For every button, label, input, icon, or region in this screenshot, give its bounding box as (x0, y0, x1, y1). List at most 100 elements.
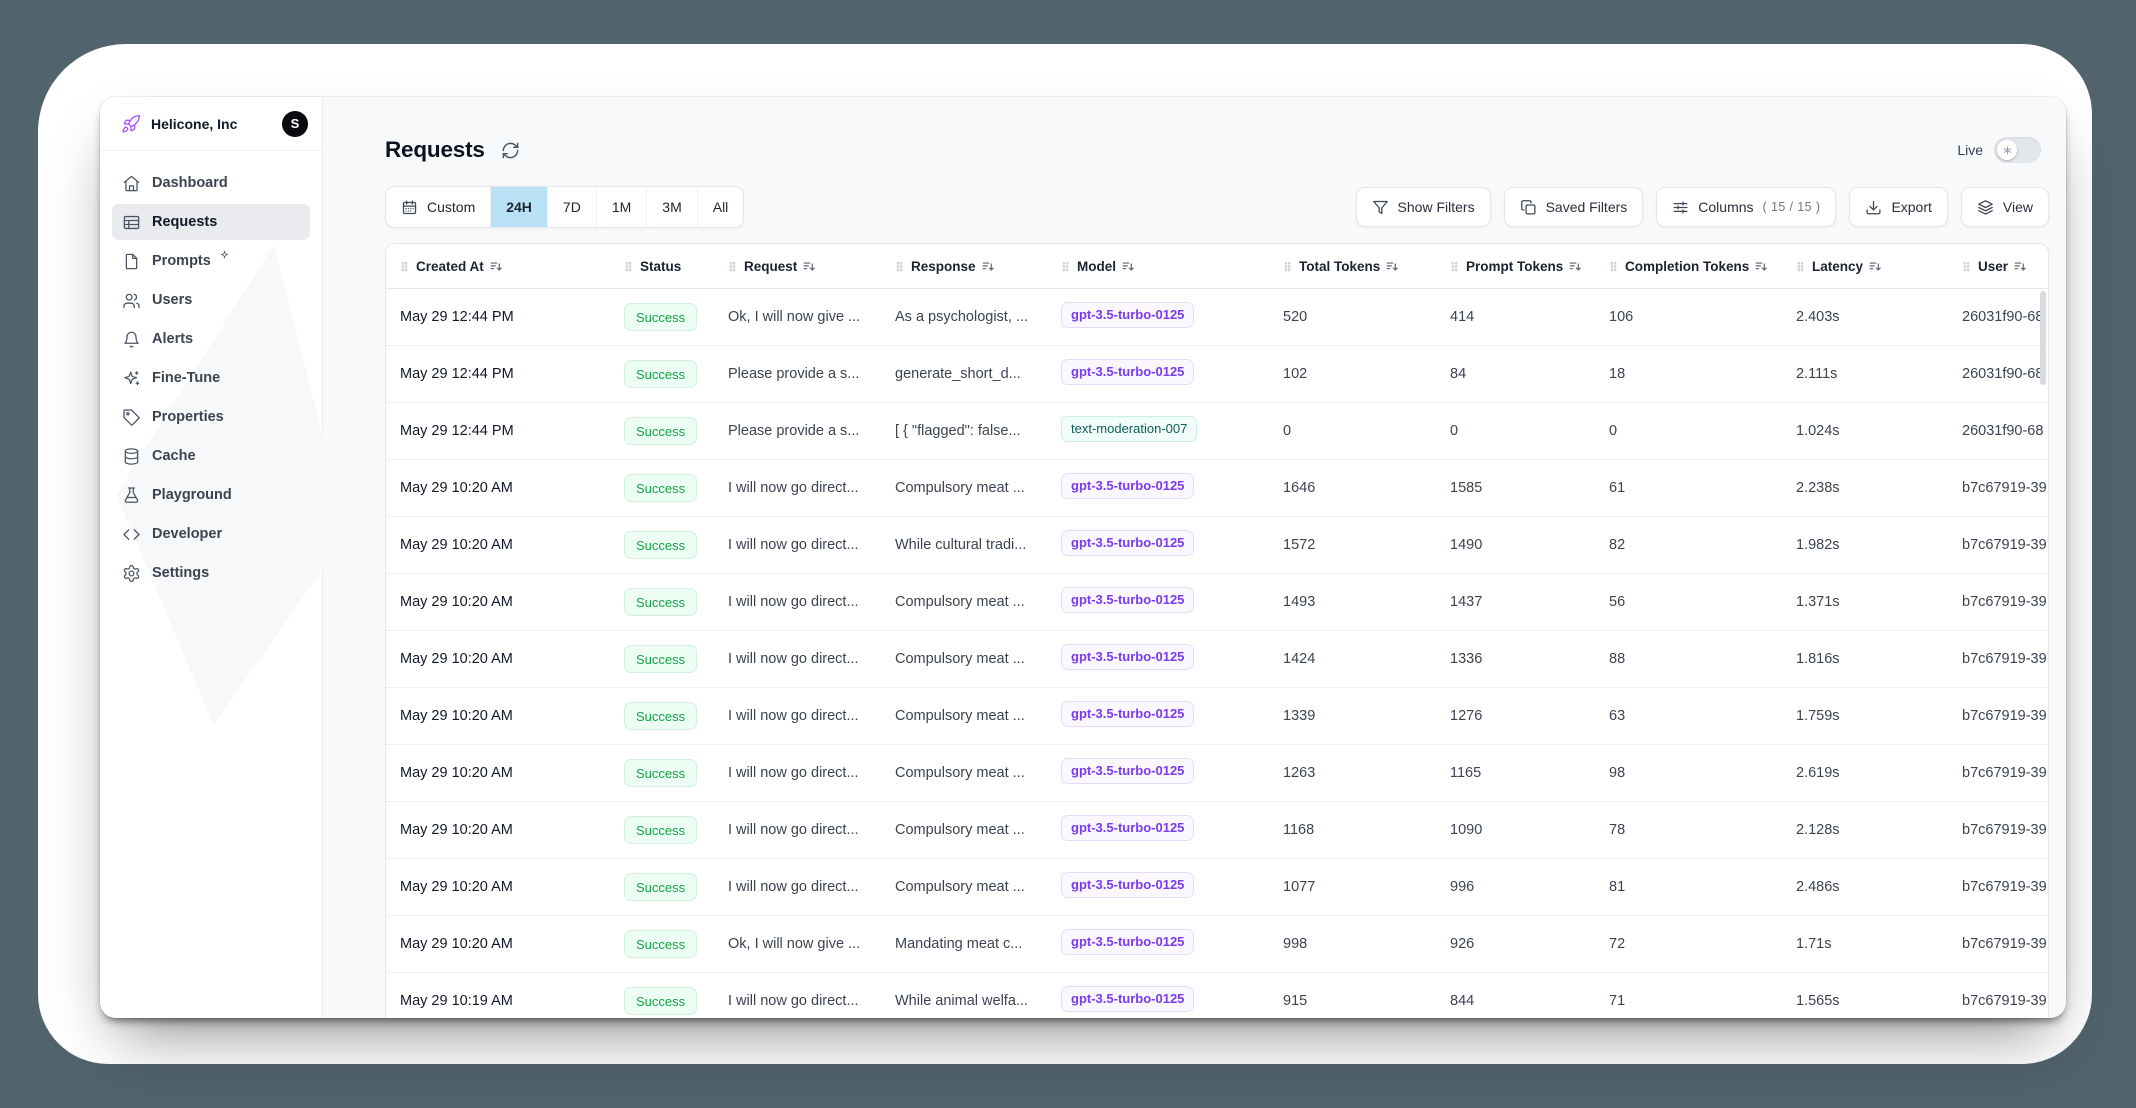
cell-completion-tokens: 0 (1595, 403, 1782, 460)
org-name: Helicone, Inc (151, 116, 272, 132)
column-header-request[interactable]: Request (714, 244, 881, 289)
table-row[interactable]: May 29 10:20 AMSuccessOk, I will now giv… (386, 916, 2049, 973)
table-row[interactable]: May 29 12:44 PMSuccessPlease provide a s… (386, 403, 2049, 460)
sidebar-item-properties[interactable]: Properties (112, 399, 310, 435)
cell-user: b7c67919-39 (1948, 916, 2049, 973)
time-range-1m[interactable]: 1M (596, 187, 646, 227)
column-label: Completion Tokens (1625, 259, 1749, 274)
cell-request: Please provide a s... (714, 403, 881, 460)
cell-model: gpt-3.5-turbo-0125 (1047, 688, 1269, 745)
cell-completion-tokens: 82 (1595, 517, 1782, 574)
table-scrollbar-thumb[interactable] (2040, 291, 2046, 385)
sidebar-item-users[interactable]: Users (112, 282, 310, 318)
app-card: Helicone, Inc S Dashboard Requests Prompts… (100, 97, 2066, 1018)
column-header-latency[interactable]: Latency (1782, 244, 1948, 289)
sidebar-item-label: Settings (152, 565, 209, 581)
toolbar: Custom 24H 7D1M3MAll Show Filters Saved Fil… (385, 187, 2049, 227)
cell-status: Success (610, 688, 714, 745)
export-button[interactable]: Export (1849, 187, 1947, 227)
model-badge: gpt-3.5-turbo-0125 (1061, 929, 1194, 955)
calendar-icon (401, 199, 418, 216)
sidebar-item-alerts[interactable]: Alerts (112, 321, 310, 357)
cell-latency: 1.982s (1782, 517, 1948, 574)
time-range-7d[interactable]: 7D (547, 187, 596, 227)
sidebar-item-fine-tune[interactable]: Fine-Tune (112, 360, 310, 396)
sort-icon (2013, 259, 2028, 274)
table-row[interactable]: May 29 10:20 AMSuccessI will now go dire… (386, 574, 2049, 631)
table-row[interactable]: May 29 10:20 AMSuccessI will now go dire… (386, 688, 2049, 745)
time-range-all[interactable]: All (697, 187, 744, 227)
column-header-prompt_tokens[interactable]: Prompt Tokens (1436, 244, 1595, 289)
header-row: Created AtStatusRequestResponse Model Tota… (386, 244, 2049, 289)
sidebar-item-cache[interactable]: Cache (112, 438, 310, 474)
table-row[interactable]: May 29 10:20 AMSuccessI will now go dire… (386, 631, 2049, 688)
table-row[interactable]: May 29 10:19 AMSuccessI will now go dire… (386, 973, 2049, 1019)
sidebar-item-dashboard[interactable]: Dashboard (112, 165, 310, 201)
time-range-custom[interactable]: Custom (386, 187, 490, 227)
avatar[interactable]: S (282, 111, 308, 137)
cell-latency: 1.71s (1782, 916, 1948, 973)
doc-icon (122, 252, 141, 271)
model-badge: gpt-3.5-turbo-0125 (1061, 302, 1194, 328)
table-row[interactable]: May 29 10:20 AMSuccessI will now go dire… (386, 859, 2049, 916)
sidebar-item-playground[interactable]: Playground (112, 477, 310, 513)
cell-prompt-tokens: 996 (1436, 859, 1595, 916)
sparkle-badge-icon (219, 250, 230, 261)
live-toggle[interactable] (1994, 137, 2041, 163)
table-row[interactable]: May 29 10:20 AMSuccessI will now go dire… (386, 802, 2049, 859)
refresh-icon (501, 141, 520, 160)
flask-icon (122, 486, 141, 505)
table-row[interactable]: May 29 10:20 AMSuccessI will now go dire… (386, 745, 2049, 802)
columns-button[interactable]: Columns( 15 / 15 ) (1656, 187, 1836, 227)
show-filters-button[interactable]: Show Filters (1356, 187, 1491, 227)
cell-user: b7c67919-39 (1948, 517, 2049, 574)
sidebar-item-developer[interactable]: Developer (112, 516, 310, 552)
column-header-status[interactable]: Status (610, 244, 714, 289)
cell-latency: 1.565s (1782, 973, 1948, 1019)
column-header-user[interactable]: User (1948, 244, 2049, 289)
sidebar-item-requests[interactable]: Requests (112, 204, 310, 240)
cell-latency: 2.111s (1782, 346, 1948, 403)
table-row[interactable]: May 29 10:20 AMSuccessI will now go dire… (386, 460, 2049, 517)
cell-prompt-tokens: 84 (1436, 346, 1595, 403)
sidebar-item-settings[interactable]: Settings (112, 555, 310, 591)
org-switcher[interactable]: Helicone, Inc S (100, 97, 322, 151)
cell-total-tokens: 1339 (1269, 688, 1436, 745)
cell-completion-tokens: 72 (1595, 916, 1782, 973)
table-row[interactable]: May 29 10:20 AMSuccessI will now go dire… (386, 517, 2049, 574)
cell-request: Ok, I will now give ... (714, 916, 881, 973)
time-range-selector: Custom 24H 7D1M3MAll (385, 186, 744, 228)
cell-user: 26031f90-68 (1948, 346, 2049, 403)
refresh-button[interactable] (499, 139, 522, 162)
column-header-model[interactable]: Model (1047, 244, 1269, 289)
cell-request: I will now go direct... (714, 688, 881, 745)
cell-total-tokens: 0 (1269, 403, 1436, 460)
cell-prompt-tokens: 1336 (1436, 631, 1595, 688)
time-range-label: 24H (506, 199, 532, 215)
column-header-completion_tokens[interactable]: Completion Tokens (1595, 244, 1782, 289)
cell-user: 26031f90-68 (1948, 289, 2049, 346)
sidebar-item-label: Requests (152, 214, 217, 230)
column-header-total_tokens[interactable]: Total Tokens (1269, 244, 1436, 289)
bell-icon (122, 330, 141, 349)
column-label: Model (1077, 259, 1116, 274)
cell-status: Success (610, 916, 714, 973)
drag-handle-icon (893, 260, 906, 273)
cell-prompt-tokens: 1165 (1436, 745, 1595, 802)
cell-total-tokens: 1424 (1269, 631, 1436, 688)
time-range-24h[interactable]: 24H (490, 187, 547, 227)
cell-response: As a psychologist, ... (881, 289, 1047, 346)
time-range-3m[interactable]: 3M (646, 187, 696, 227)
drag-handle-icon (622, 260, 635, 273)
column-header-response[interactable]: Response (881, 244, 1047, 289)
button-label: Show Filters (1398, 199, 1475, 215)
saved-filters-button[interactable]: Saved Filters (1504, 187, 1644, 227)
cell-status: Success (610, 574, 714, 631)
table-row[interactable]: May 29 12:44 PMSuccessPlease provide a s… (386, 346, 2049, 403)
drag-handle-icon (1607, 260, 1620, 273)
cell-user: b7c67919-39 (1948, 574, 2049, 631)
table-row[interactable]: May 29 12:44 PMSuccessOk, I will now giv… (386, 289, 2049, 346)
sidebar-item-prompts[interactable]: Prompts (112, 243, 310, 279)
column-header-created_at[interactable]: Created At (386, 244, 610, 289)
view-button[interactable]: View (1961, 187, 2049, 227)
